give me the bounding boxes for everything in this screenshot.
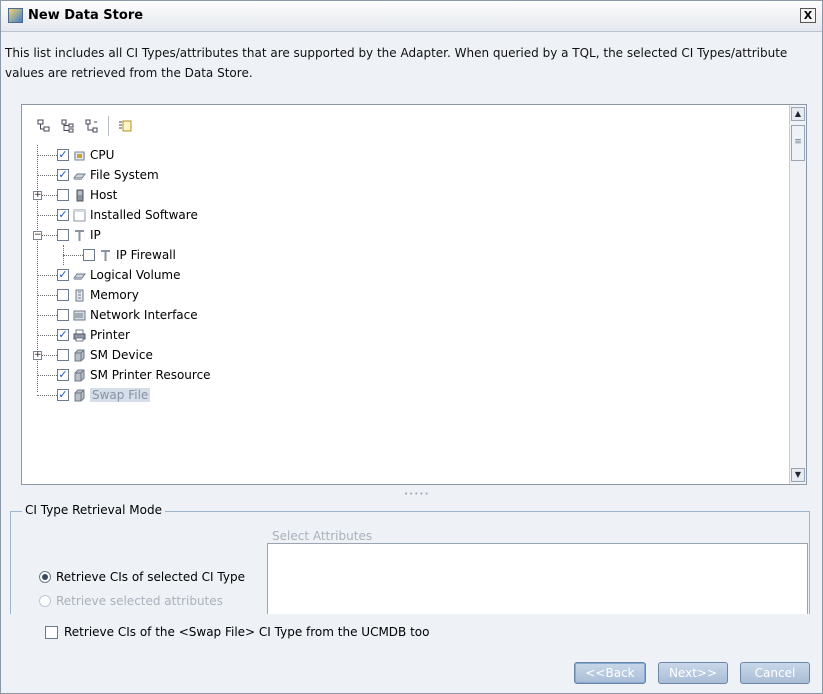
list-item[interactable]: IP xyxy=(37,225,101,245)
properties-icon[interactable] xyxy=(117,118,133,134)
list-item[interactable]: ✓ Installed Software xyxy=(37,205,198,225)
ucmdb-checkbox[interactable] xyxy=(45,625,58,639)
radio-button[interactable] xyxy=(39,571,51,583)
swap-file-checkbox[interactable]: ✓ xyxy=(57,389,69,401)
collapse-all-icon[interactable] xyxy=(84,118,100,134)
expand-sm-device-toggle[interactable]: + xyxy=(33,351,42,360)
list-item[interactable]: ✓ File System xyxy=(37,165,159,185)
sm-printer-resource-checkbox[interactable]: ✓ xyxy=(57,369,69,381)
sm-device-icon xyxy=(73,349,86,362)
next-button[interactable]: Next>> xyxy=(658,662,728,684)
select-attributes-label: Select Attributes xyxy=(272,529,373,543)
installed-software-label: Installed Software xyxy=(90,208,198,222)
installed-software-checkbox[interactable]: ✓ xyxy=(57,209,69,221)
host-label: Host xyxy=(90,188,118,202)
list-item[interactable]: ✓ Swap File xyxy=(37,385,151,405)
ip-checkbox[interactable] xyxy=(57,229,69,241)
retrieval-mode-title: CI Type Retrieval Mode xyxy=(22,503,165,517)
app-icon xyxy=(8,8,23,23)
sm-printer-resource-icon xyxy=(73,369,86,382)
description-text: This list includes all CI Types/attribut… xyxy=(5,46,788,80)
tree-connector xyxy=(37,334,57,336)
radio-retrieve-selected-attributes[interactable]: Retrieve selected attributes xyxy=(39,592,223,610)
ip-icon xyxy=(73,229,86,242)
radio-retrieve-selected-type[interactable]: Retrieve CIs of selected CI Type xyxy=(39,568,245,586)
tree-connector xyxy=(37,394,57,396)
logical-volume-checkbox[interactable]: ✓ xyxy=(57,269,69,281)
window-title: New Data Store xyxy=(28,8,144,23)
logical-volume-label: Logical Volume xyxy=(90,268,181,282)
tree-connector xyxy=(37,274,57,276)
list-item[interactable]: ✓ SM Printer Resource xyxy=(37,365,211,385)
network-interface-icon xyxy=(73,309,86,322)
cancel-button[interactable]: Cancel xyxy=(740,662,810,684)
scroll-up-button[interactable]: ▲ xyxy=(791,107,805,121)
sm-printer-resource-label: SM Printer Resource xyxy=(90,368,211,382)
file-system-icon xyxy=(73,169,86,182)
ucmdb-retrieve-option[interactable]: Retrieve CIs of the <Swap File> CI Type … xyxy=(45,625,429,639)
ip-firewall-icon xyxy=(99,249,112,262)
sm-device-label: SM Device xyxy=(90,348,153,362)
cpu-checkbox[interactable]: ✓ xyxy=(57,149,69,161)
list-item[interactable]: ✓ Logical Volume xyxy=(37,265,181,285)
ip-label: IP xyxy=(90,228,101,242)
ip-firewall-label: IP Firewall xyxy=(116,248,176,262)
list-item[interactable]: IP Firewall xyxy=(63,245,176,265)
tree-connector xyxy=(37,214,57,216)
memory-icon xyxy=(73,289,86,302)
radio-label: Retrieve CIs of selected CI Type xyxy=(56,570,245,584)
list-item[interactable]: ✓ Printer xyxy=(37,325,130,345)
tree-connector xyxy=(37,374,57,376)
tree-connector xyxy=(63,254,83,256)
close-button[interactable]: X xyxy=(800,8,816,23)
list-item[interactable]: ✓ CPU xyxy=(37,145,114,165)
tree-scrollbar[interactable]: ▲ ≡ ▼ xyxy=(789,105,806,484)
network-interface-checkbox[interactable] xyxy=(57,309,69,321)
scroll-thumb[interactable]: ≡ xyxy=(791,125,805,161)
title-bar: New Data Store X xyxy=(1,1,822,32)
printer-icon xyxy=(73,329,86,342)
ip-firewall-checkbox[interactable] xyxy=(83,249,95,261)
tree-icon[interactable] xyxy=(36,118,52,134)
list-item[interactable]: SM Device xyxy=(37,345,153,365)
cpu-icon xyxy=(73,149,86,162)
scroll-down-button[interactable]: ▼ xyxy=(791,468,805,482)
expand-all-icon[interactable] xyxy=(60,118,76,134)
installed-software-icon xyxy=(73,209,86,222)
tree-connector xyxy=(37,314,57,316)
tree-connector xyxy=(37,154,57,156)
sm-device-checkbox[interactable] xyxy=(57,349,69,361)
memory-checkbox[interactable] xyxy=(57,289,69,301)
cpu-label: CPU xyxy=(90,148,115,162)
host-checkbox[interactable] xyxy=(57,189,69,201)
memory-label: Memory xyxy=(90,288,139,302)
printer-label: Printer xyxy=(90,328,130,342)
panel-splitter[interactable]: ••••• xyxy=(404,490,430,498)
network-interface-label: Network Interface xyxy=(90,308,198,322)
host-icon xyxy=(73,189,86,202)
back-button[interactable]: <<Back xyxy=(574,662,646,684)
tree-connector xyxy=(37,174,57,176)
collapse-ip-toggle[interactable]: − xyxy=(33,231,42,240)
radio-button[interactable] xyxy=(39,595,51,607)
swap-file-icon xyxy=(73,389,86,402)
swap-file-label: Swap File xyxy=(90,388,151,402)
expand-host-toggle[interactable]: + xyxy=(33,191,42,200)
ci-type-tree-panel: ▲ ≡ ▼ ✓ CPU ✓ File System Host + ✓ Insta… xyxy=(21,104,807,485)
attributes-list[interactable] xyxy=(267,543,808,614)
list-item[interactable]: Memory xyxy=(37,285,139,305)
printer-checkbox[interactable]: ✓ xyxy=(57,329,69,341)
logical-volume-icon xyxy=(73,269,86,282)
tree-toolbar xyxy=(36,116,133,136)
toolbar-separator xyxy=(108,116,109,136)
list-item[interactable]: Network Interface xyxy=(37,305,198,325)
file-system-checkbox[interactable]: ✓ xyxy=(57,169,69,181)
file-system-label: File System xyxy=(90,168,159,182)
dialog-window: New Data Store X This list includes all … xyxy=(0,0,823,694)
list-item[interactable]: Host xyxy=(37,185,117,205)
tree-connector xyxy=(37,294,57,296)
radio-label: Retrieve selected attributes xyxy=(56,594,223,608)
ucmdb-checkbox-label: Retrieve CIs of the <Swap File> CI Type … xyxy=(64,625,430,639)
